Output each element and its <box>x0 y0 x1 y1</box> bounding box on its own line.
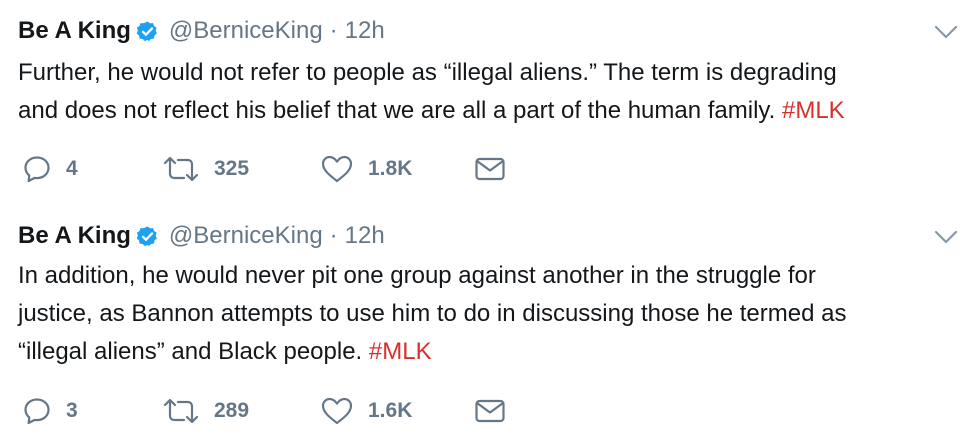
like-count: 1.6K <box>368 399 413 422</box>
direct-message-button[interactable] <box>474 393 506 429</box>
tweet-text-line: In addition, he would never pit one grou… <box>18 262 816 289</box>
chevron-down-icon[interactable] <box>934 229 958 245</box>
retweet-icon <box>162 154 200 184</box>
hashtag-link[interactable]: #MLK <box>782 97 845 124</box>
timestamp[interactable]: 12h <box>345 222 385 250</box>
display-name[interactable]: Be A King <box>18 17 131 45</box>
message-icon <box>474 155 506 183</box>
like-icon <box>320 396 354 426</box>
direct-message-button[interactable] <box>474 151 506 187</box>
reply-count: 3 <box>66 399 78 422</box>
retweet-count: 325 <box>214 157 250 180</box>
user-handle[interactable]: @BerniceKing <box>169 222 323 250</box>
retweet-count: 289 <box>214 399 250 422</box>
chevron-down-icon[interactable] <box>934 24 958 40</box>
reply-icon <box>22 396 52 426</box>
separator-dot: · <box>329 222 338 249</box>
verified-badge-icon <box>136 225 159 248</box>
tweet[interactable]: Be A King @BerniceKing · 12h Further, he… <box>0 0 980 205</box>
like-icon <box>320 154 354 184</box>
tweet-text-segment: and does not reflect his belief that we … <box>18 97 782 124</box>
tweet-header: Be A King @BerniceKing · 12h <box>18 219 385 253</box>
verified-badge-icon <box>136 20 159 43</box>
message-icon <box>474 397 506 425</box>
hashtag-link[interactable]: #MLK <box>369 338 432 365</box>
tweet-text: In addition, he would never pit one grou… <box>18 257 958 371</box>
retweet-button[interactable]: 289 <box>162 393 249 429</box>
tweet-header: Be A King @BerniceKing · 12h <box>18 14 385 48</box>
reply-icon <box>22 154 52 184</box>
tweet-text-line: justice, as Bannon attempts to use him t… <box>18 300 847 327</box>
like-count: 1.8K <box>368 157 413 180</box>
tweet-text: Further, he would not refer to people as… <box>18 54 958 130</box>
tweet[interactable]: Be A King @BerniceKing · 12h In addition… <box>0 205 980 446</box>
display-name[interactable]: Be A King <box>18 222 131 250</box>
tweet-text-segment: “illegal aliens” and Black people. <box>18 338 369 365</box>
tweet-text-line: Further, he would not refer to people as… <box>18 59 837 86</box>
timestamp[interactable]: 12h <box>345 17 385 45</box>
like-button[interactable]: 1.8K <box>320 151 412 187</box>
like-button[interactable]: 1.6K <box>320 393 412 429</box>
retweet-button[interactable]: 325 <box>162 151 249 187</box>
tweet-text-line: “illegal aliens” and Black people. #MLK <box>18 333 958 371</box>
retweet-icon <box>162 396 200 426</box>
reply-button[interactable]: 3 <box>22 393 78 429</box>
tweet-text-line: and does not reflect his belief that we … <box>18 92 958 130</box>
separator-dot: · <box>329 17 338 44</box>
reply-button[interactable]: 4 <box>22 151 78 187</box>
user-handle[interactable]: @BerniceKing <box>169 17 323 45</box>
reply-count: 4 <box>66 157 78 180</box>
